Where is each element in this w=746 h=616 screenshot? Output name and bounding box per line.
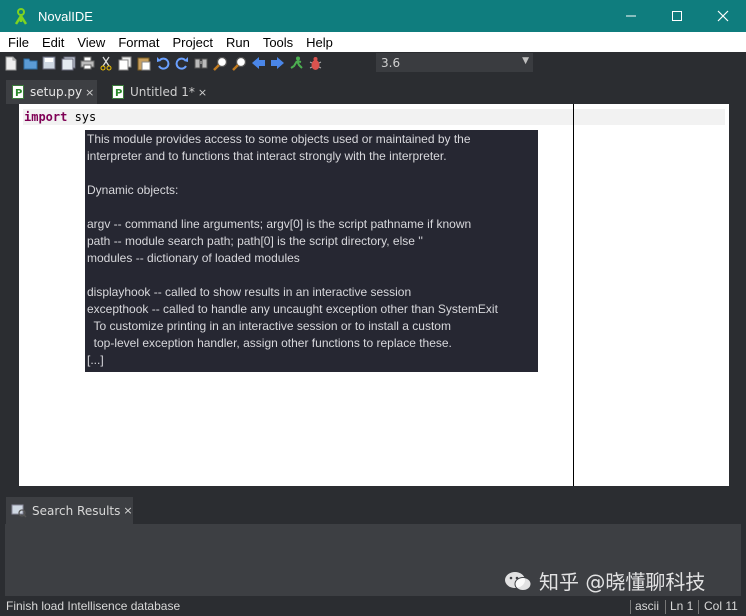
edge-guide-line (573, 104, 574, 486)
close-tab-icon[interactable]: × (198, 86, 207, 99)
close-tab-icon[interactable]: × (85, 86, 94, 99)
chevron-down-icon: ▼ (522, 56, 529, 66)
watermark: 知乎 @晓懂聊科技 (503, 566, 705, 595)
run-icon[interactable] (288, 55, 304, 71)
svg-text:P: P (115, 88, 122, 99)
editor-tab-bar: P setup.py × P Untitled 1* × (0, 78, 746, 104)
status-separator (665, 600, 666, 614)
find-icon[interactable] (193, 55, 209, 71)
undo-icon[interactable] (155, 55, 171, 71)
status-line: Ln 1 (670, 599, 694, 613)
menu-project[interactable]: Project (167, 35, 217, 50)
calltip-line: To customize printing in an interactive … (87, 319, 451, 333)
copy-icon[interactable] (117, 55, 133, 71)
code-text: sys (67, 110, 97, 124)
menu-run[interactable]: Run (221, 35, 255, 50)
calltip-line: argv -- command line arguments; argv[0] … (87, 217, 472, 231)
cut-icon[interactable] (98, 55, 114, 71)
minimize-button[interactable] (608, 0, 654, 32)
paste-icon[interactable] (136, 55, 152, 71)
close-window-button[interactable] (700, 0, 746, 32)
calltip-line: displayhook -- called to show results in… (87, 285, 412, 299)
code-line-1[interactable]: import sys (24, 110, 96, 124)
menu-help[interactable]: Help (301, 35, 338, 50)
save-all-icon[interactable] (60, 55, 76, 71)
calltip-line: Dynamic objects: (87, 183, 179, 197)
zoom-in-icon[interactable] (212, 55, 228, 71)
svg-text:P: P (15, 88, 22, 99)
save-icon[interactable] (41, 55, 57, 71)
menu-bar: File Edit View Format Project Run Tools … (0, 32, 746, 53)
status-encoding: ascii (635, 599, 660, 613)
menu-file[interactable]: File (3, 35, 34, 50)
calltip-line (87, 165, 536, 182)
calltip-line: [...] (87, 353, 104, 367)
calltip-line: This module provides access to some obje… (87, 132, 471, 146)
zoom-out-icon[interactable] (231, 55, 247, 71)
status-bar: Finish load Intellisence database ascii … (0, 598, 746, 616)
interpreter-version-value: 3.6 (381, 55, 401, 70)
title-bar: NovalIDE (0, 0, 746, 32)
keyword-token: import (24, 110, 68, 124)
watermark-text: 知乎 @晓懂聊科技 (539, 570, 706, 594)
status-message: Finish load Intellisence database (6, 599, 181, 613)
wechat-icon (505, 571, 532, 591)
python-file-icon: P (112, 85, 124, 99)
forward-icon[interactable] (269, 55, 285, 71)
tab-untitled-1[interactable]: P Untitled 1* × (106, 80, 208, 104)
status-separator (698, 600, 699, 614)
tab-label: Untitled 1* (130, 85, 195, 99)
redo-icon[interactable] (174, 55, 190, 71)
calltip-line (87, 267, 536, 284)
status-separator (630, 600, 631, 614)
menu-format[interactable]: Format (113, 35, 164, 50)
status-column: Col 11 (704, 599, 738, 613)
tab-search-results[interactable]: Search Results × (6, 497, 133, 524)
bottom-tab-bar: Search Results × (0, 494, 746, 524)
tab-label: setup.py (30, 85, 83, 99)
open-file-icon[interactable] (22, 55, 38, 71)
print-icon[interactable] (79, 55, 95, 71)
menu-edit[interactable]: Edit (37, 35, 69, 50)
current-line-highlight (23, 109, 725, 125)
menu-view[interactable]: View (72, 35, 110, 50)
calltip-line: modules -- dictionary of loaded modules (87, 251, 300, 265)
calltip-popup: This module provides access to some obje… (85, 130, 538, 372)
app-logo-icon (8, 3, 34, 29)
calltip-line: top-level exception handler, assign othe… (87, 336, 452, 350)
calltip-line: excepthook -- called to handle any uncau… (87, 302, 498, 316)
tab-label: Search Results (32, 503, 121, 518)
maximize-button[interactable] (654, 0, 700, 32)
toolbar (0, 52, 746, 74)
interpreter-version-select[interactable]: 3.6 ▼ (376, 53, 533, 72)
calltip-line: path -- module search path; path[0] is t… (87, 234, 423, 248)
new-file-icon[interactable] (3, 55, 19, 71)
search-results-icon (11, 504, 27, 518)
calltip-line: interpreter and to functions that intera… (87, 149, 447, 163)
debug-icon[interactable] (307, 55, 323, 71)
calltip-line (87, 199, 536, 216)
close-tab-icon[interactable]: × (123, 504, 132, 517)
python-file-icon: P (12, 85, 24, 99)
back-icon[interactable] (250, 55, 266, 71)
code-editor[interactable]: import sys This module provides access t… (19, 104, 729, 486)
menu-tools[interactable]: Tools (258, 35, 298, 50)
tab-setup-py[interactable]: P setup.py × (6, 80, 97, 104)
window-title: NovalIDE (38, 8, 93, 24)
